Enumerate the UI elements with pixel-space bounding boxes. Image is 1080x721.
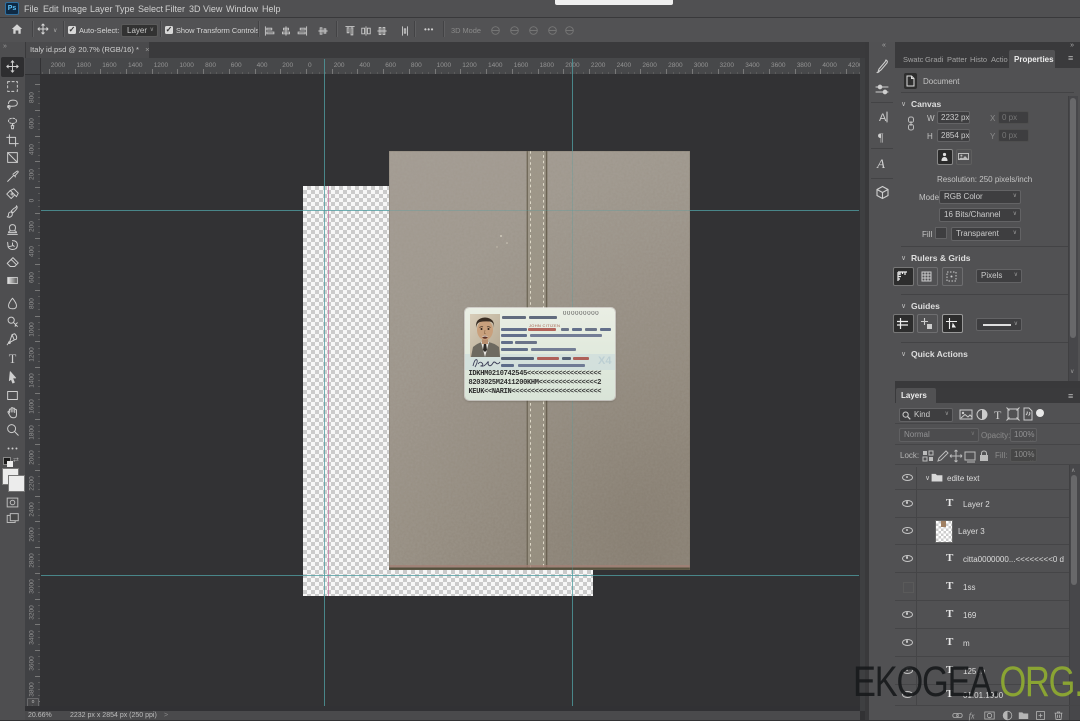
svg-text:¶: ¶: [878, 130, 884, 144]
svg-text:A: A: [879, 112, 887, 124]
svg-text:A: A: [876, 156, 885, 171]
svg-text:T: T: [994, 408, 1002, 421]
svg-text:T: T: [9, 351, 17, 365]
svg-text:fx: fx: [969, 712, 975, 721]
